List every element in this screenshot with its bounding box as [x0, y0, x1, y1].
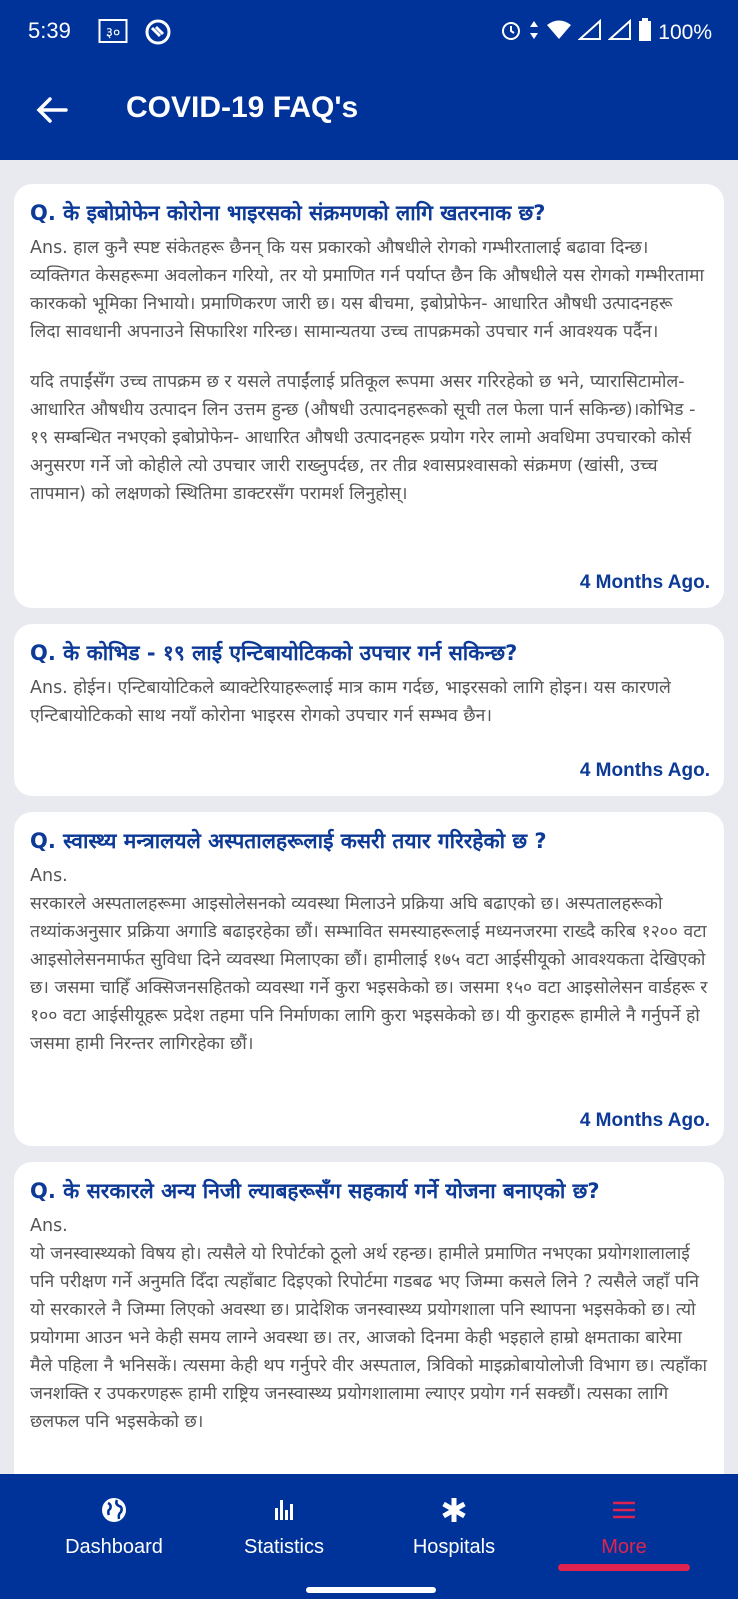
status-time: 5:39 [28, 18, 71, 43]
data-arrows-icon [528, 19, 540, 47]
asterisk-icon [362, 1496, 546, 1526]
faq-answer-paragraph: Ans. होईन। एन्टिबायोटिकले ब्याक्टेरियाहर… [30, 678, 671, 726]
app-bar: COVID-19 FAQ's [0, 64, 738, 160]
faq-card: Q. के कोभिड - १९ लाई एन्टिबायोटिकको उपचा… [14, 624, 724, 796]
faq-answer-paragraph: यदि तपाईंसँग उच्च तापक्रम छ र यसले तपाईं… [30, 372, 696, 504]
bar-chart-icon [192, 1496, 376, 1526]
active-tab-indicator [558, 1564, 690, 1571]
faq-time-ago: 4 Months Ago. [579, 760, 710, 781]
faq-answer: Ans. होईन। एन्टिबायोटिकले ब्याक्टेरियाहर… [30, 674, 708, 730]
status-bar: 5:39 ३० 100% [0, 0, 738, 64]
nav-label: More [601, 1536, 647, 1558]
menu-icon [532, 1496, 716, 1526]
faq-answer-paragraph: Ans. हाल कुनै स्पष्ट संकेतहरू छैनन् कि य… [30, 238, 705, 342]
bottom-navigation: Dashboard Statistics Hospitals More [0, 1474, 738, 1599]
faq-answer-label: Ans. [30, 1216, 68, 1236]
nav-hospitals[interactable]: Hospitals [362, 1474, 546, 1584]
battery-percent: 100% [658, 21, 712, 44]
svg-text:३०: ३० [106, 25, 121, 41]
arrow-left-icon [36, 97, 68, 123]
nav-label: Statistics [243, 1536, 325, 1558]
faq-question: Q. के इबोप्रोफेन कोरोना भाइरसको संक्रमणक… [30, 201, 546, 225]
battery-icon [638, 18, 652, 48]
faq-question: Q. के कोभिड - १९ लाई एन्टिबायोटिकको उपचा… [30, 641, 518, 665]
status-icons: 100% [500, 18, 712, 48]
faq-card: Q. के सरकारले अन्य निजी ल्याबहरूसँग सहका… [14, 1162, 724, 1474]
signal-icon [577, 18, 602, 47]
alarm-icon [500, 19, 522, 47]
faq-time-ago: 4 Months Ago. [579, 572, 710, 593]
faq-list[interactable]: Q. के इबोप्रोफेन कोरोना भाइरसको संक्रमणक… [0, 160, 738, 1474]
wifi-icon [546, 19, 572, 47]
nav-label: Dashboard [65, 1536, 163, 1558]
nav-statistics[interactable]: Statistics [192, 1474, 376, 1584]
sync-icon [144, 18, 172, 51]
faq-answer-paragraph: यो जनस्वास्थ्यको विषय हो। त्यसैले यो रिप… [30, 1244, 708, 1432]
faq-time-ago: 4 Months Ago. [579, 1110, 710, 1131]
faq-answer-paragraph: सरकारले अस्पतालहरूमा आइसोलेसनको व्यवस्था… [30, 894, 708, 1054]
signal-icon-2 [607, 18, 632, 47]
faq-answer: Ans. हाल कुनै स्पष्ट संकेतहरू छैनन् कि य… [30, 234, 708, 508]
faq-answer-label: Ans. [30, 866, 68, 886]
globe-icon [22, 1496, 206, 1526]
faq-card: Q. स्वास्थ्य मन्त्रालयले अस्पतालहरूलाई क… [14, 812, 724, 1146]
faq-card: Q. के इबोप्रोफेन कोरोना भाइरसको संक्रमणक… [14, 184, 724, 608]
nav-dashboard[interactable]: Dashboard [22, 1474, 206, 1584]
faq-question: Q. स्वास्थ्य मन्त्रालयले अस्पतालहरूलाई क… [30, 829, 547, 853]
page-title: COVID-19 FAQ's [126, 91, 359, 124]
back-button[interactable] [28, 86, 76, 134]
calendar-icon: ३० [98, 18, 128, 49]
faq-answer: Ans. सरकारले अस्पतालहरूमा आइसोलेसनको व्य… [30, 862, 708, 1058]
faq-question: Q. के सरकारले अन्य निजी ल्याबहरूसँग सहका… [30, 1179, 600, 1203]
nav-label: Hospitals [412, 1536, 496, 1558]
faq-answer: Ans. यो जनस्वास्थ्यको विषय हो। त्यसैले य… [30, 1212, 708, 1436]
home-indicator[interactable] [306, 1587, 436, 1593]
